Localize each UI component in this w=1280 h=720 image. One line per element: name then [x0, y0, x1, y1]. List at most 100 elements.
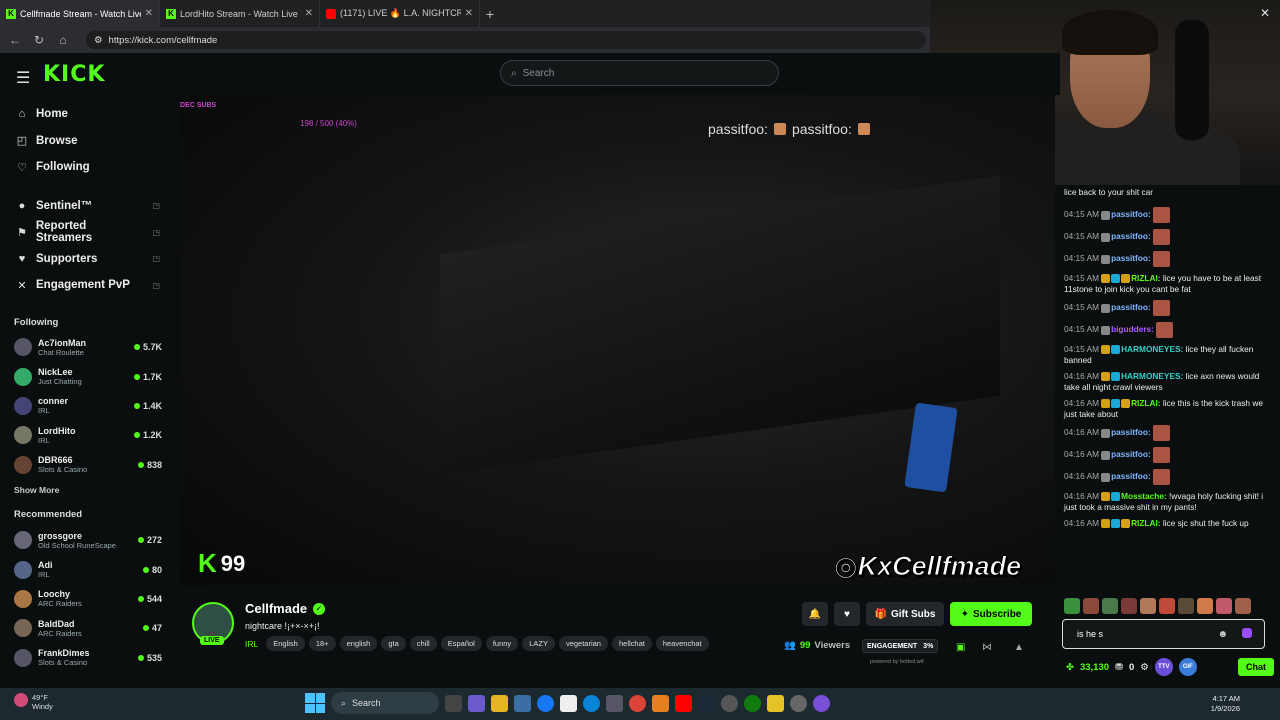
tag[interactable]: LAZY [522, 636, 555, 651]
tag[interactable]: heavenchat [655, 636, 709, 651]
sidebar-item-home[interactable]: ⌂ Home [0, 101, 170, 128]
emote-icon[interactable] [1102, 598, 1118, 614]
chat-username[interactable]: passitfoo: [1111, 209, 1151, 219]
tag[interactable]: English [266, 636, 305, 651]
chat-input[interactable]: is he s ☻ [1062, 619, 1265, 649]
chat-username[interactable]: HARMONEYES: [1121, 371, 1183, 381]
sidebar-channel[interactable]: grossgore Old School RuneScape 272 [0, 525, 170, 554]
sidebar-item-sentinel[interactable]: ● Sentinel™ ◳ [0, 193, 170, 220]
ttv-extension-icon[interactable]: TTV [1154, 658, 1173, 676]
system-clock[interactable]: 4:17 AM 1/9/2026 [1211, 694, 1240, 714]
show-more-button[interactable]: Show More [0, 479, 170, 501]
sticky-notes-icon[interactable] [767, 694, 784, 712]
sidebar-channel[interactable]: Ac7ionMan Chat Roulette 5.7K [0, 333, 170, 362]
store-icon[interactable] [514, 694, 531, 712]
engagement-meter[interactable]: ENGAGEMENT 3% [862, 639, 939, 653]
settings-icon[interactable]: ⚙ [1140, 662, 1149, 673]
emote-icon[interactable] [1083, 598, 1099, 614]
edge-icon[interactable] [583, 694, 600, 712]
close-tab-icon[interactable]: ✕ [305, 8, 313, 19]
tag[interactable]: gta [381, 636, 406, 651]
sidebar-item-supporters[interactable]: ♥ Supporters ◳ [0, 246, 170, 273]
new-tab-button[interactable]: + [480, 6, 500, 22]
taskbar-search[interactable]: ⌕ Search [331, 692, 439, 714]
site-info-icon[interactable]: ⚙ [94, 35, 103, 46]
chat-username[interactable]: passitfoo: [1111, 471, 1151, 481]
tag[interactable]: hellchat [611, 636, 652, 651]
channel-points[interactable]: 33,130 [1080, 662, 1109, 673]
sidebar-item-engagement[interactable]: ✕ Engagement PvP ◳ [0, 272, 170, 299]
gift-subs-button[interactable]: 🎁 Gift Subs [866, 602, 944, 626]
sidebar-channel[interactable]: conner IRL 1.4K [0, 391, 170, 420]
search-input[interactable]: ⌕ Search [500, 60, 779, 86]
chat-username[interactable]: RIZLAI: [1131, 518, 1161, 528]
vlc-icon[interactable] [652, 694, 669, 712]
windows-start-icon[interactable] [305, 693, 325, 713]
follow-button[interactable]: ♥ [834, 602, 860, 626]
settings-icon[interactable] [790, 694, 807, 712]
emote-icon[interactable] [1216, 598, 1232, 614]
emote-icon[interactable] [1159, 598, 1175, 614]
streamer-name[interactable]: Cellfmade ✓ [245, 601, 326, 616]
chat-username[interactable]: passitfoo: [1111, 302, 1151, 312]
sidebar-channel[interactable]: Loochy ARC Raiders 544 [0, 584, 170, 613]
send-chat-button[interactable]: Chat [1238, 658, 1274, 676]
notification-button[interactable]: 🔔 [802, 602, 828, 626]
youtube-icon[interactable] [675, 694, 692, 712]
sidebar-channel[interactable]: FrankDimes Slots & Casino 535 [0, 643, 170, 672]
subscribe-button[interactable]: ✦ Subscribe [950, 602, 1032, 626]
steam-icon[interactable] [698, 694, 715, 712]
sidebar-channel[interactable]: BaldDad ARC Raiders 47 [0, 614, 170, 643]
browser-tab[interactable]: K LordHito Stream - Watch Live ✕ [160, 0, 320, 27]
tag[interactable]: funny [485, 636, 519, 651]
sidebar-channel[interactable]: LordHito IRL 1.2K [0, 421, 170, 450]
video-player[interactable] [180, 95, 1055, 585]
sidebar-item-reported[interactable]: ⚑ Reported Streamers ◳ [0, 219, 170, 246]
kick-logo[interactable]: KICK [43, 62, 105, 87]
browser-tab[interactable]: (1171) LIVE 🔥 L.A. NIGHTCRAWL ✕ [320, 0, 480, 27]
sidebar-channel[interactable]: Adi IRL 80 [0, 555, 170, 584]
clip-icon[interactable]: ▣ [956, 642, 965, 653]
category-link[interactable]: IRL [245, 639, 258, 649]
share-icon[interactable]: ⋈ [982, 642, 992, 653]
app-icon[interactable] [813, 694, 830, 712]
copilot-icon[interactable] [468, 694, 485, 712]
chat-username[interactable]: Mosstache: [1121, 491, 1167, 501]
chat-username[interactable]: HARMONEYES: [1121, 344, 1183, 354]
back-icon[interactable]: ← [8, 33, 22, 47]
amazon-icon[interactable] [560, 694, 577, 712]
home-icon[interactable]: ⌂ [56, 33, 70, 47]
close-tab-icon[interactable]: ✕ [145, 8, 153, 19]
emote-picker-icon[interactable] [1242, 628, 1252, 638]
emote-icon[interactable] [1140, 598, 1156, 614]
url-field[interactable]: ⚙ https://kick.com/cellfmade [86, 31, 926, 49]
report-icon[interactable]: ▲ [1014, 642, 1024, 653]
chat-username[interactable]: bigudders: [1111, 324, 1154, 334]
weather-widget[interactable]: 49°F Windy [14, 693, 53, 711]
chat-username[interactable]: passitfoo: [1111, 231, 1151, 241]
chat-username[interactable]: passitfoo: [1111, 449, 1151, 459]
close-tab-icon[interactable]: ✕ [465, 8, 473, 19]
calculator-icon[interactable] [606, 694, 623, 712]
tag[interactable]: english [339, 636, 378, 651]
obs-icon[interactable] [721, 694, 738, 712]
chrome-icon[interactable] [629, 694, 646, 712]
xbox-icon[interactable] [744, 694, 761, 712]
facebook-icon[interactable] [537, 694, 554, 712]
gif-extension-icon[interactable]: GIF [1178, 658, 1197, 676]
task-view-icon[interactable] [445, 694, 462, 712]
emote-icon[interactable] [1064, 598, 1080, 614]
tag[interactable]: chill [409, 636, 437, 651]
chat-username[interactable]: passitfoo: [1111, 253, 1151, 263]
drops-count[interactable]: 0 [1129, 662, 1134, 673]
close-window-icon[interactable]: ✕ [1260, 6, 1270, 20]
chat-username[interactable]: RIZLAI: [1131, 398, 1161, 408]
sidebar-channel[interactable]: NickLee Just Chatting 1.7K [0, 362, 170, 391]
emote-icon[interactable] [1121, 598, 1137, 614]
emoji-icon[interactable]: ☻ [1217, 629, 1228, 640]
sidebar-item-browse[interactable]: ◰ Browse [0, 128, 170, 155]
tag[interactable]: Español [440, 636, 482, 651]
chat-username[interactable]: passitfoo: [1111, 427, 1151, 437]
sidebar-item-following[interactable]: ♡ Following [0, 154, 170, 181]
emote-icon[interactable] [1235, 598, 1251, 614]
